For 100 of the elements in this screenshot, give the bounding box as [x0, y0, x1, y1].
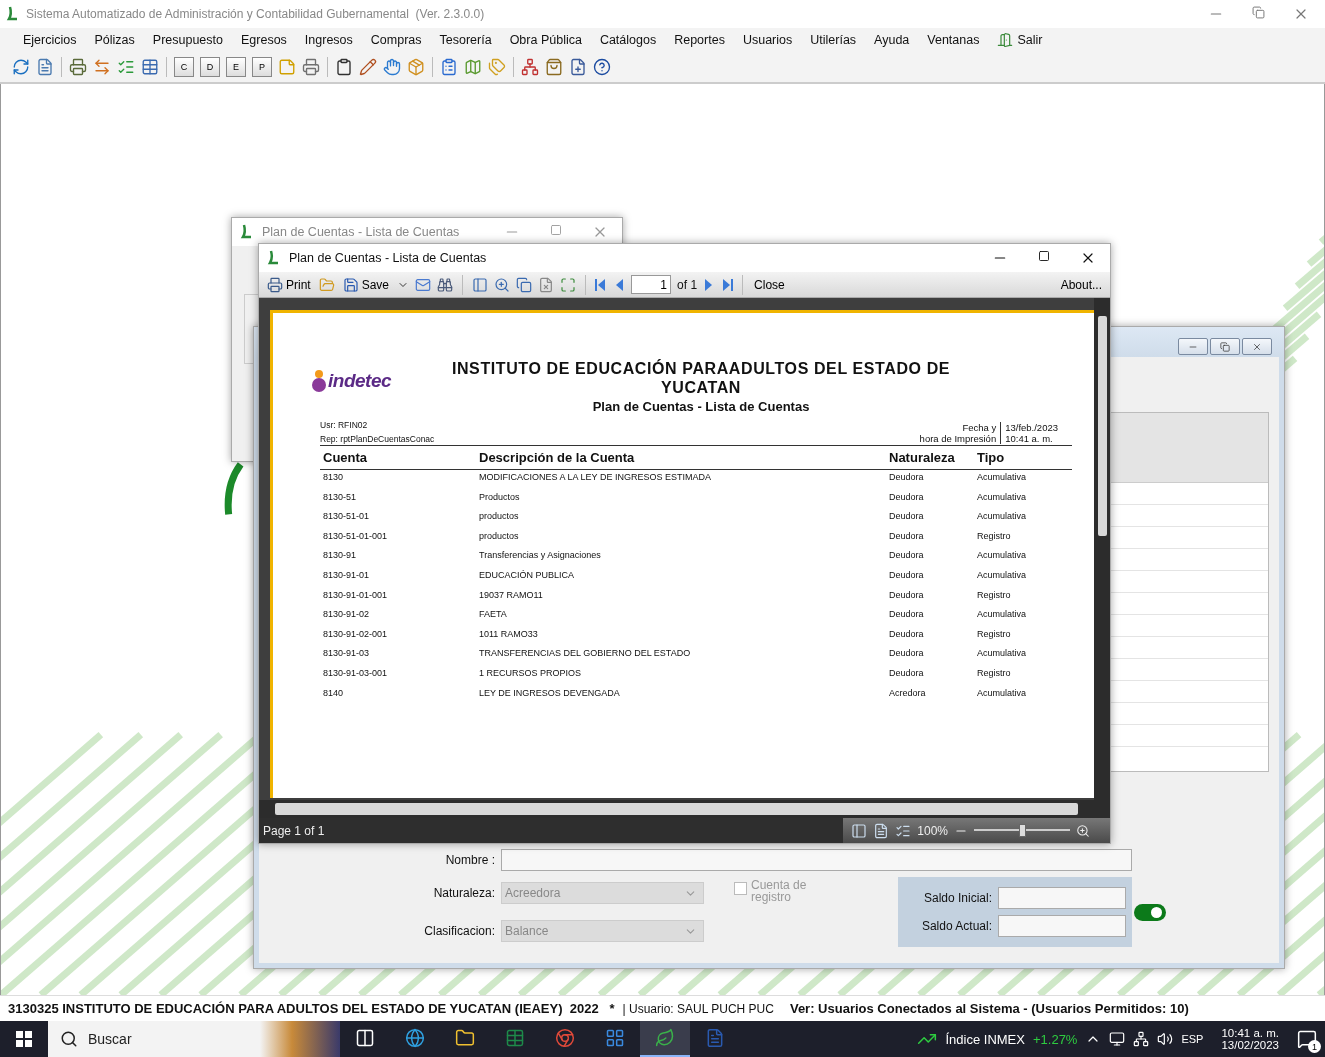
- list-icon[interactable]: [440, 58, 458, 76]
- table-cell-text: Deudora: [888, 471, 925, 484]
- menu-item[interactable]: Usuarios: [733, 30, 802, 50]
- table-cell-text: Transferencias y Asignaciones: [478, 549, 602, 563]
- table-cell-text: 8130-91-03-001: [322, 666, 389, 680]
- checklist-icon[interactable]: [117, 58, 135, 76]
- table-cell-text: Registro: [976, 588, 1012, 602]
- task-view-icon: [355, 1028, 375, 1048]
- table-cell-text: Acumulativa: [976, 608, 1028, 622]
- column-header: Cuenta: [320, 446, 476, 470]
- notification-icon[interactable]: [1297, 1029, 1317, 1049]
- page-icon[interactable]: [873, 822, 890, 839]
- minimize-button[interactable]: [1178, 338, 1208, 355]
- report-title: INSTITUTO DE EDUCACIÓN PARAADULTOS DEL ESTADO DE YUCATAN: [451, 359, 951, 397]
- close-button[interactable]: [1242, 338, 1272, 355]
- menu-item[interactable]: Reportes: [665, 30, 734, 50]
- copy-icon[interactable]: [516, 276, 533, 293]
- connected-users-link[interactable]: Ver: Usuarios Conectados al Sistema - (Usuarios Permitidos: 10): [789, 1001, 1189, 1016]
- table-cell-text: Deudora: [888, 510, 925, 524]
- menu-item[interactable]: Ejercicios: [14, 30, 86, 50]
- clock-date: 13/02/2023: [1221, 1039, 1279, 1051]
- document-icon[interactable]: [36, 58, 54, 76]
- table-cell-text: Deudora: [888, 647, 925, 661]
- package-icon[interactable]: [407, 58, 425, 76]
- about-button[interactable]: About...: [1058, 276, 1104, 293]
- toggle-switch[interactable]: [1134, 903, 1166, 921]
- letter-button[interactable]: C: [174, 57, 194, 77]
- panel-icon[interactable]: [472, 276, 489, 293]
- vertical-scrollbar[interactable]: [1094, 298, 1110, 818]
- language-indicator[interactable]: ESP: [1181, 1033, 1204, 1045]
- zoom-level: 100%: [917, 823, 948, 838]
- hand-icon[interactable]: [383, 58, 401, 76]
- menu-item[interactable]: Pólizas: [85, 30, 144, 50]
- letter-button[interactable]: P: [252, 57, 272, 77]
- table-cell-text: 8130-51-01: [322, 510, 371, 524]
- horizontal-scrollbar[interactable]: [259, 800, 1094, 818]
- menu-item[interactable]: Catálogos: [590, 30, 666, 50]
- table-icon[interactable]: [141, 58, 159, 76]
- print-button[interactable]: Print: [265, 275, 313, 294]
- menu-item[interactable]: Presupuesto: [143, 30, 232, 50]
- leaf-icon: [655, 1028, 675, 1048]
- close-button[interactable]: Close: [752, 276, 787, 293]
- zoom-in-icon[interactable]: [1076, 823, 1090, 838]
- menu-item[interactable]: Obra Pública: [500, 30, 591, 50]
- name-field[interactable]: [501, 849, 1132, 871]
- table-cell-text: 8130-91-02-001: [322, 627, 389, 641]
- window-title: Plan de Cuentas - Lista de Cuentas: [262, 225, 460, 239]
- mail-icon[interactable]: [415, 276, 432, 293]
- report-name: Rep: rptPlanDeCuentasConac: [320, 434, 436, 444]
- menu-item[interactable]: Egresos: [232, 30, 296, 50]
- help-icon[interactable]: [593, 58, 611, 76]
- date-label: Fecha y: [962, 422, 997, 433]
- save-button[interactable]: Save: [340, 275, 392, 294]
- restore-button[interactable]: [1210, 338, 1240, 355]
- bag-icon[interactable]: [545, 58, 563, 76]
- exit-menu-item[interactable]: Salir: [988, 29, 1052, 51]
- network-icon[interactable]: [1133, 1031, 1150, 1047]
- refresh-icon[interactable]: [12, 58, 30, 76]
- menu-item[interactable]: Ingresos: [295, 30, 362, 50]
- document-icon[interactable]: [538, 276, 555, 293]
- balance-field[interactable]: [998, 887, 1126, 909]
- table-cell-text: Acredora: [888, 686, 927, 700]
- field-label: Naturaleza:: [432, 886, 495, 900]
- search-icon: [60, 1030, 78, 1048]
- search-field[interactable]: Buscar: [48, 1021, 260, 1057]
- letter-button[interactable]: E: [226, 57, 246, 77]
- tree-icon[interactable]: [521, 58, 539, 76]
- arrows-icon[interactable]: [93, 58, 111, 76]
- menu-item[interactable]: Ayuda: [865, 30, 919, 50]
- app-logo-icon: [6, 6, 20, 22]
- window-title: Plan de Cuentas - Lista de Cuentas: [289, 251, 487, 265]
- clock[interactable]: 10:41 a. m. 13/02/2023: [1221, 1027, 1279, 1051]
- printer-icon: [267, 276, 283, 293]
- monitor-icon[interactable]: [1109, 1031, 1126, 1047]
- menu-item[interactable]: Tesorería: [430, 30, 501, 50]
- page-field[interactable]: 1: [631, 275, 672, 294]
- maximize-icon[interactable]: [1038, 250, 1050, 262]
- restore-icon[interactable]: [1252, 6, 1265, 19]
- first-page-icon[interactable]: [595, 277, 608, 292]
- menu-item[interactable]: Ventanas: [918, 30, 989, 50]
- menu-item[interactable]: Compras: [361, 30, 431, 50]
- last-page-icon[interactable]: [721, 277, 734, 292]
- binoculars-icon[interactable]: [437, 276, 454, 293]
- clipboard-icon[interactable]: [335, 58, 353, 76]
- map-icon[interactable]: [464, 58, 482, 76]
- volume-icon[interactable]: [1157, 1031, 1174, 1047]
- pencil-icon[interactable]: [359, 58, 377, 76]
- table-cell-text: Deudora: [888, 608, 925, 622]
- store-icon: [605, 1028, 625, 1048]
- letter-button[interactable]: D: [200, 57, 220, 77]
- clock-time: 10:41 a. m.: [1221, 1027, 1279, 1039]
- printer-icon[interactable]: [302, 58, 320, 76]
- printer-icon[interactable]: [69, 58, 87, 76]
- menu-item[interactable]: Utilerías: [801, 30, 866, 50]
- table-cell-text: 8130-91-03: [322, 647, 371, 661]
- zoom-icon[interactable]: [494, 276, 511, 293]
- balance-field[interactable]: [998, 915, 1126, 937]
- view-icon[interactable]: [851, 822, 868, 839]
- table-cell-text: Deudora: [888, 627, 925, 641]
- document-add-icon[interactable]: [569, 58, 587, 76]
